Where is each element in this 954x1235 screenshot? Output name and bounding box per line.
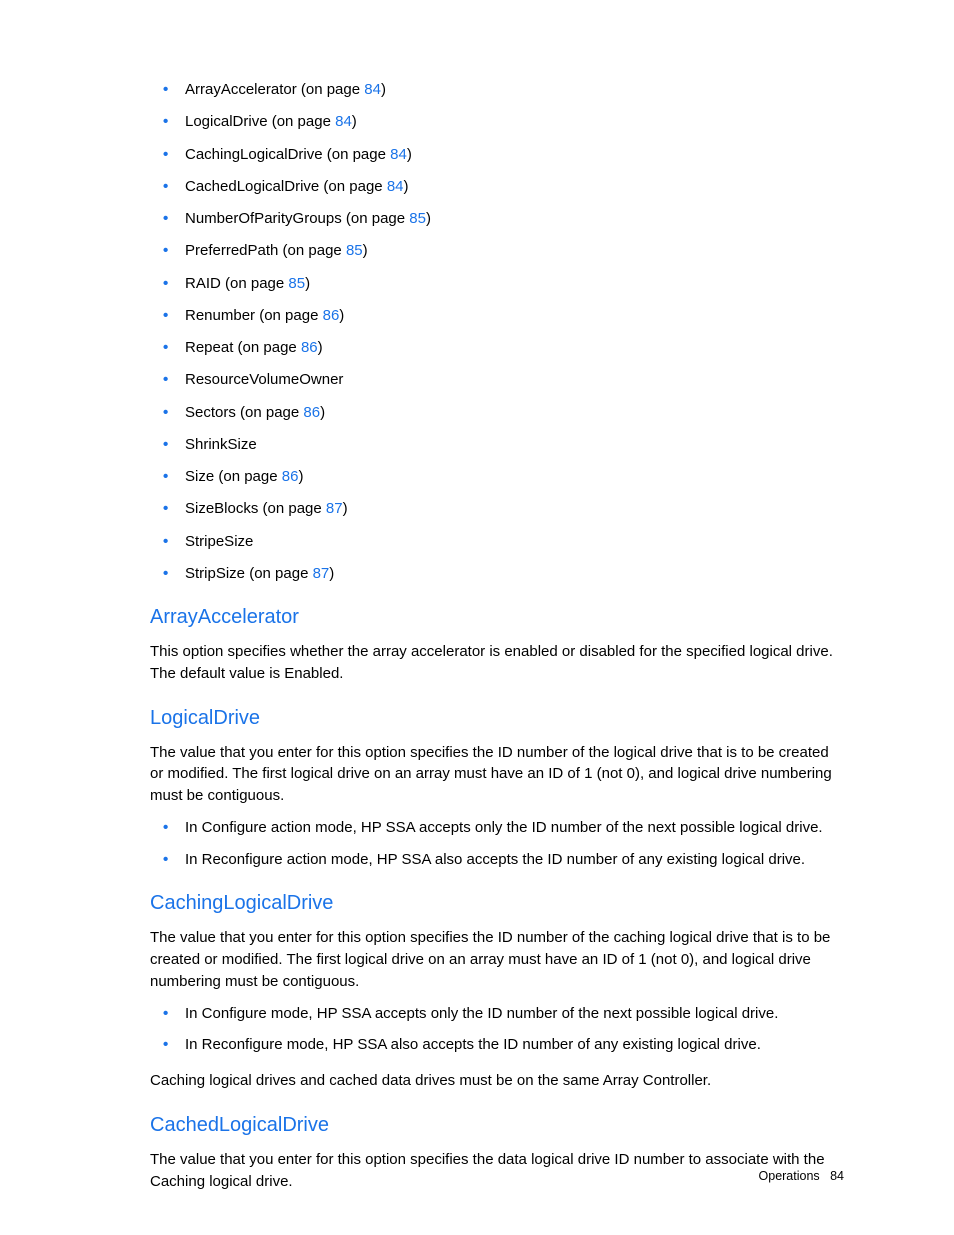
page-link[interactable]: 84 <box>335 113 352 130</box>
list-item: In Configure action mode, HP SSA accepts… <box>185 817 844 839</box>
para-arrayaccelerator: This option specifies whether the array … <box>150 641 844 685</box>
page-link[interactable]: 84 <box>387 178 404 195</box>
toc-item-suffix: (on page <box>233 339 301 356</box>
footer-page-number: 84 <box>830 1169 844 1183</box>
toc-item-suffix: (on page <box>236 404 304 421</box>
toc-item-suffix: (on page <box>319 178 387 195</box>
toc-item-label: Repeat <box>185 339 233 356</box>
toc-item-label: SizeBlocks <box>185 500 258 517</box>
para-logicaldrive: The value that you enter for this option… <box>150 742 844 807</box>
toc-list: ArrayAccelerator (on page 84)LogicalDriv… <box>150 80 844 584</box>
list-cachinglogicaldrive: In Configure mode, HP SSA accepts only t… <box>150 1003 844 1057</box>
para-cachinglogicaldrive-2: Caching logical drives and cached data d… <box>150 1070 844 1092</box>
toc-item-close: ) <box>305 275 310 292</box>
toc-item-suffix: (on page <box>323 146 391 163</box>
toc-item: StripeSize <box>185 532 844 552</box>
page-link[interactable]: 86 <box>303 404 320 421</box>
toc-item: CachingLogicalDrive (on page 84) <box>185 145 844 165</box>
toc-item: NumberOfParityGroups (on page 85) <box>185 209 844 229</box>
para-cachedlogicaldrive: The value that you enter for this option… <box>150 1149 844 1193</box>
toc-item-suffix: (on page <box>214 468 282 485</box>
page-link[interactable]: 86 <box>301 339 318 356</box>
page-link[interactable]: 86 <box>282 468 299 485</box>
toc-item-label: StripeSize <box>185 533 253 550</box>
toc-item: Renumber (on page 86) <box>185 306 844 326</box>
toc-item-label: CachedLogicalDrive <box>185 178 319 195</box>
toc-item-label: Sectors <box>185 404 236 421</box>
page-link[interactable]: 87 <box>313 565 330 582</box>
toc-item-suffix: (on page <box>258 500 326 517</box>
toc-item-label: NumberOfParityGroups <box>185 210 342 227</box>
toc-item-label: Renumber <box>185 307 255 324</box>
toc-item: Size (on page 86) <box>185 467 844 487</box>
toc-item: Sectors (on page 86) <box>185 403 844 423</box>
toc-item-close: ) <box>426 210 431 227</box>
toc-item-close: ) <box>363 242 368 259</box>
toc-item-suffix: (on page <box>255 307 323 324</box>
list-logicaldrive: In Configure action mode, HP SSA accepts… <box>150 817 844 871</box>
toc-item-label: CachingLogicalDrive <box>185 146 323 163</box>
toc-item-close: ) <box>339 307 344 324</box>
toc-item: PreferredPath (on page 85) <box>185 241 844 261</box>
document-page: ArrayAccelerator (on page 84)LogicalDriv… <box>0 0 954 1235</box>
toc-item-label: ArrayAccelerator <box>185 81 297 98</box>
page-link[interactable]: 86 <box>323 307 340 324</box>
toc-item-suffix: (on page <box>342 210 410 227</box>
list-item: In Configure mode, HP SSA accepts only t… <box>185 1003 844 1025</box>
list-item: In Reconfigure mode, HP SSA also accepts… <box>185 1034 844 1056</box>
toc-item-label: RAID <box>185 275 221 292</box>
toc-item: Repeat (on page 86) <box>185 338 844 358</box>
toc-item-close: ) <box>404 178 409 195</box>
toc-item-close: ) <box>318 339 323 356</box>
toc-item-close: ) <box>320 404 325 421</box>
page-link[interactable]: 85 <box>288 275 305 292</box>
toc-item-label: LogicalDrive <box>185 113 268 130</box>
toc-item-suffix: (on page <box>245 565 313 582</box>
toc-item-close: ) <box>381 81 386 98</box>
page-link[interactable]: 87 <box>326 500 343 517</box>
toc-item-label: ShrinkSize <box>185 436 257 453</box>
heading-cachedlogicaldrive: CachedLogicalDrive <box>150 1114 844 1137</box>
toc-item-label: Size <box>185 468 214 485</box>
toc-item: ArrayAccelerator (on page 84) <box>185 80 844 100</box>
heading-arrayaccelerator: ArrayAccelerator <box>150 606 844 629</box>
toc-item-close: ) <box>407 146 412 163</box>
toc-item-suffix: (on page <box>221 275 289 292</box>
toc-item: ResourceVolumeOwner <box>185 370 844 390</box>
page-link[interactable]: 85 <box>409 210 426 227</box>
page-footer: Operations 84 <box>759 1169 844 1183</box>
para-cachinglogicaldrive-1: The value that you enter for this option… <box>150 927 844 992</box>
toc-item-close: ) <box>352 113 357 130</box>
list-item: In Reconfigure action mode, HP SSA also … <box>185 849 844 871</box>
page-link[interactable]: 85 <box>346 242 363 259</box>
toc-item-label: PreferredPath <box>185 242 278 259</box>
toc-item-suffix: (on page <box>297 81 365 98</box>
toc-item-close: ) <box>343 500 348 517</box>
toc-item-label: ResourceVolumeOwner <box>185 371 343 388</box>
heading-logicaldrive: LogicalDrive <box>150 707 844 730</box>
page-link[interactable]: 84 <box>364 81 381 98</box>
toc-item: ShrinkSize <box>185 435 844 455</box>
page-link[interactable]: 84 <box>390 146 407 163</box>
toc-item: LogicalDrive (on page 84) <box>185 112 844 132</box>
toc-item-label: StripSize <box>185 565 245 582</box>
toc-item: RAID (on page 85) <box>185 274 844 294</box>
toc-item-suffix: (on page <box>278 242 346 259</box>
toc-item: SizeBlocks (on page 87) <box>185 499 844 519</box>
toc-item-suffix: (on page <box>268 113 336 130</box>
footer-section: Operations <box>759 1169 820 1183</box>
toc-item: StripSize (on page 87) <box>185 564 844 584</box>
toc-item-close: ) <box>298 468 303 485</box>
toc-item: CachedLogicalDrive (on page 84) <box>185 177 844 197</box>
toc-item-close: ) <box>329 565 334 582</box>
heading-cachinglogicaldrive: CachingLogicalDrive <box>150 892 844 915</box>
